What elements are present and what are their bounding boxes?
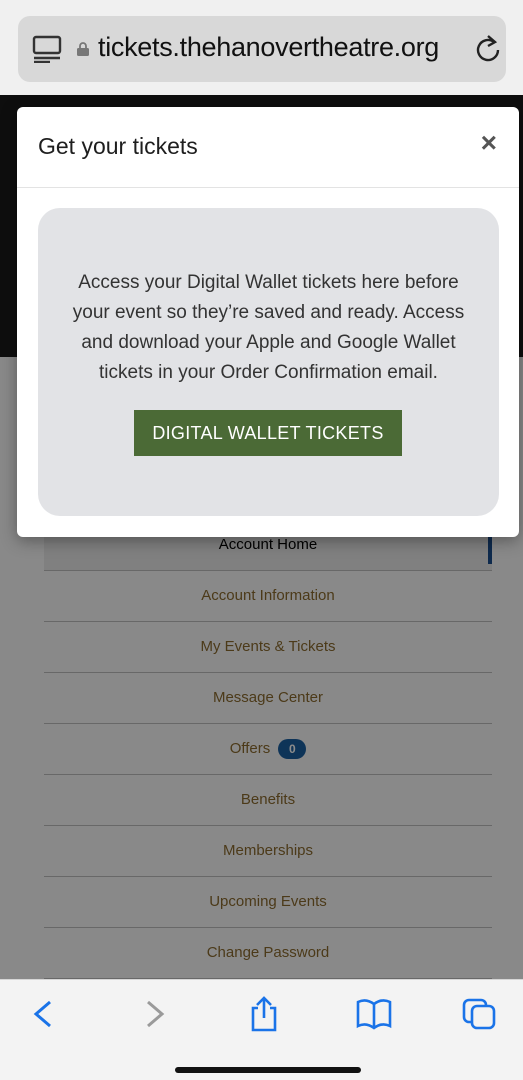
address-bar[interactable]: tickets.thehanovertheatre.org bbox=[18, 16, 506, 82]
modal-message-card: Access your Digital Wallet tickets here … bbox=[38, 208, 499, 516]
digital-wallet-tickets-button[interactable]: DIGITAL WALLET TICKETS bbox=[134, 410, 402, 456]
modal-header: Get your tickets × bbox=[17, 107, 519, 188]
browser-top-bar: tickets.thehanovertheatre.org bbox=[0, 0, 523, 95]
modal-title: Get your tickets bbox=[38, 133, 198, 159]
back-icon[interactable] bbox=[24, 996, 64, 1032]
tabs-icon[interactable] bbox=[460, 996, 500, 1032]
browser-toolbar bbox=[0, 979, 523, 1080]
lock-icon bbox=[77, 42, 89, 56]
home-indicator[interactable] bbox=[175, 1067, 361, 1073]
close-icon[interactable]: × bbox=[481, 129, 497, 157]
tickets-modal: Get your tickets × Access your Digital W… bbox=[17, 107, 519, 537]
url-text[interactable]: tickets.thehanovertheatre.org bbox=[98, 32, 439, 63]
forward-icon[interactable] bbox=[134, 996, 174, 1032]
share-icon[interactable] bbox=[244, 996, 284, 1032]
bookmarks-icon[interactable] bbox=[354, 996, 394, 1032]
reload-icon[interactable] bbox=[474, 34, 502, 64]
reader-mode-icon[interactable] bbox=[32, 35, 64, 63]
modal-message: Access your Digital Wallet tickets here … bbox=[72, 272, 465, 383]
